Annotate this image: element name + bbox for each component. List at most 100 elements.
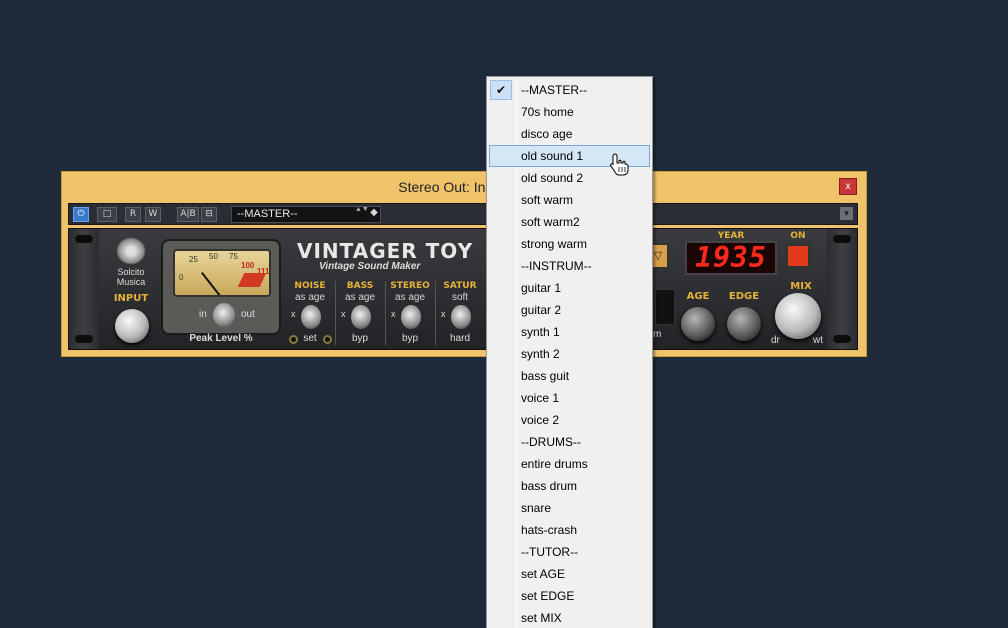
bass-section: BASS as age xyxy=(335,281,385,303)
menu-item-guitar-1[interactable]: guitar 1 xyxy=(489,277,650,299)
menu-item-bass-drum[interactable]: bass drum xyxy=(489,475,650,497)
menu-item-entire-drums[interactable]: entire drums xyxy=(489,453,650,475)
satur-value: soft xyxy=(451,292,469,303)
menu-item-synth-2[interactable]: synth 2 xyxy=(489,343,650,365)
brand-name-line1: Solcito xyxy=(117,267,145,277)
lion-logo-icon xyxy=(116,237,146,265)
menu-item-tutor[interactable]: --TUTOR-- xyxy=(489,541,650,563)
power-button[interactable]: ⏻ xyxy=(73,207,89,222)
meter-in-label: in xyxy=(199,309,207,320)
noise-x-label: x xyxy=(291,309,296,319)
meter-out-label: out xyxy=(241,309,255,320)
menu-item-hats-crash[interactable]: hats-crash xyxy=(489,519,650,541)
noise-label: NOISE xyxy=(294,281,326,291)
menu-item-guitar-2[interactable]: guitar 2 xyxy=(489,299,650,321)
on-label: ON xyxy=(790,231,806,241)
age-label: AGE xyxy=(686,291,710,302)
stereo-x-label: x xyxy=(391,309,396,319)
brand-name-line2: Musica xyxy=(116,277,146,287)
left-rack-ear xyxy=(69,229,99,349)
stereo-value: as age xyxy=(394,292,426,303)
plugin-faceplate: Solcito Musica INPUT 0 25 50 75 100 111 … xyxy=(68,228,858,350)
noise-section: NOISE as age xyxy=(285,281,335,303)
menu-item-snare[interactable]: snare xyxy=(489,497,650,519)
preset-save-icon[interactable]: ◆ xyxy=(367,206,381,221)
bass-value: as age xyxy=(344,292,376,303)
right-rack-ear xyxy=(827,229,857,349)
ab-compare-button[interactable]: A|B xyxy=(177,207,199,222)
noise-value: as age xyxy=(294,292,326,303)
bass-byp-label: byp xyxy=(351,333,369,344)
menu-item-set-age[interactable]: set AGE xyxy=(489,563,650,585)
menu-item-disco-age[interactable]: disco age xyxy=(489,123,650,145)
bass-toggle[interactable] xyxy=(351,305,371,329)
meter-scale-100: 100 xyxy=(241,261,255,270)
meter-scale-50: 50 xyxy=(209,252,218,261)
menu-item-bass-guit[interactable]: bass guit xyxy=(489,365,650,387)
satur-section: SATUR soft xyxy=(435,281,485,303)
meter-scale-25: 25 xyxy=(189,255,198,264)
close-button[interactable]: x xyxy=(839,178,857,195)
stereo-byp-label: byp xyxy=(401,333,419,344)
stereo-section: STEREO as age xyxy=(385,281,435,303)
menu-item-instrum[interactable]: --INSTRUM-- xyxy=(489,255,650,277)
year-display[interactable]: 1935 xyxy=(685,241,777,275)
stereo-label: STEREO xyxy=(390,281,430,291)
meter-red-zone xyxy=(237,273,267,287)
peak-level-label: Peak Level % xyxy=(189,333,253,344)
window-title: Stereo Out: Ins. 1 - V xyxy=(398,179,530,195)
satur-toggle[interactable] xyxy=(451,305,471,329)
preset-spin-arrows[interactable]: ▲▼ xyxy=(355,206,369,221)
stereo-toggle[interactable] xyxy=(401,305,421,329)
mix-label: MIX xyxy=(790,281,812,292)
menu-item-voice-1[interactable]: voice 1 xyxy=(489,387,650,409)
plugin-window: Stereo Out: Ins. 1 - V x ⏻ □ R W A|B ⊟ -… xyxy=(61,171,867,357)
rack-hole xyxy=(833,235,851,243)
year-value: 1935 xyxy=(695,241,767,274)
rack-hole xyxy=(75,235,93,243)
input-knob[interactable] xyxy=(115,309,149,343)
rack-hole xyxy=(75,335,93,343)
write-automation-button[interactable]: W xyxy=(145,207,161,222)
menu-item-synth-1[interactable]: synth 1 xyxy=(489,321,650,343)
read-automation-button[interactable]: R xyxy=(125,207,141,222)
noise-set-right-knob[interactable] xyxy=(323,335,332,344)
edge-knob[interactable] xyxy=(727,307,761,341)
mix-knob[interactable] xyxy=(775,293,821,339)
satur-label: SATUR xyxy=(443,281,477,291)
meter-io-toggle[interactable] xyxy=(213,303,235,327)
copy-settings-button[interactable]: ⊟ xyxy=(201,207,217,222)
menu-item-label: --MASTER-- xyxy=(521,83,587,97)
age-knob[interactable] xyxy=(681,307,715,341)
peak-meter: 0 25 50 75 100 111 in out xyxy=(161,239,281,335)
meter-needle xyxy=(201,272,225,295)
on-button[interactable] xyxy=(785,243,811,269)
year-label: YEAR xyxy=(717,231,745,241)
menu-item-strong-warm[interactable]: strong warm xyxy=(489,233,650,255)
input-label: INPUT xyxy=(113,293,149,304)
satur-x-label: x xyxy=(441,309,446,319)
menu-item-set-mix[interactable]: set MIX xyxy=(489,607,650,628)
mode-display xyxy=(655,289,675,325)
menu-item-soft-warm[interactable]: soft warm xyxy=(489,189,650,211)
meter-scale-0: 0 xyxy=(179,273,184,282)
menu-item-voice-2[interactable]: voice 2 xyxy=(489,409,650,431)
menu-item-master[interactable]: ✔ --MASTER-- xyxy=(489,79,650,101)
rack-hole xyxy=(833,335,851,343)
hand-cursor-icon xyxy=(610,153,629,176)
toolbar-menu-chevron-icon[interactable]: ▼ xyxy=(840,207,853,220)
bass-x-label: x xyxy=(341,309,346,319)
menu-item-set-edge[interactable]: set EDGE xyxy=(489,585,650,607)
bypass-button[interactable]: □ xyxy=(97,207,117,222)
menu-item-drums[interactable]: --DRUMS-- xyxy=(489,431,650,453)
brand-logo: Solcito Musica xyxy=(109,237,153,287)
window-title-bar[interactable]: Stereo Out: Ins. 1 - V x xyxy=(62,172,866,202)
noise-toggle[interactable] xyxy=(301,305,321,329)
mode-m-label: m xyxy=(653,329,662,340)
edge-label: EDGE xyxy=(728,291,760,302)
mix-wet-label: wt xyxy=(813,335,823,346)
menu-item-70s-home[interactable]: 70s home xyxy=(489,101,650,123)
menu-item-soft-warm2[interactable]: soft warm2 xyxy=(489,211,650,233)
bass-label: BASS xyxy=(346,281,374,291)
meter-face: 0 25 50 75 100 111 xyxy=(173,249,271,297)
